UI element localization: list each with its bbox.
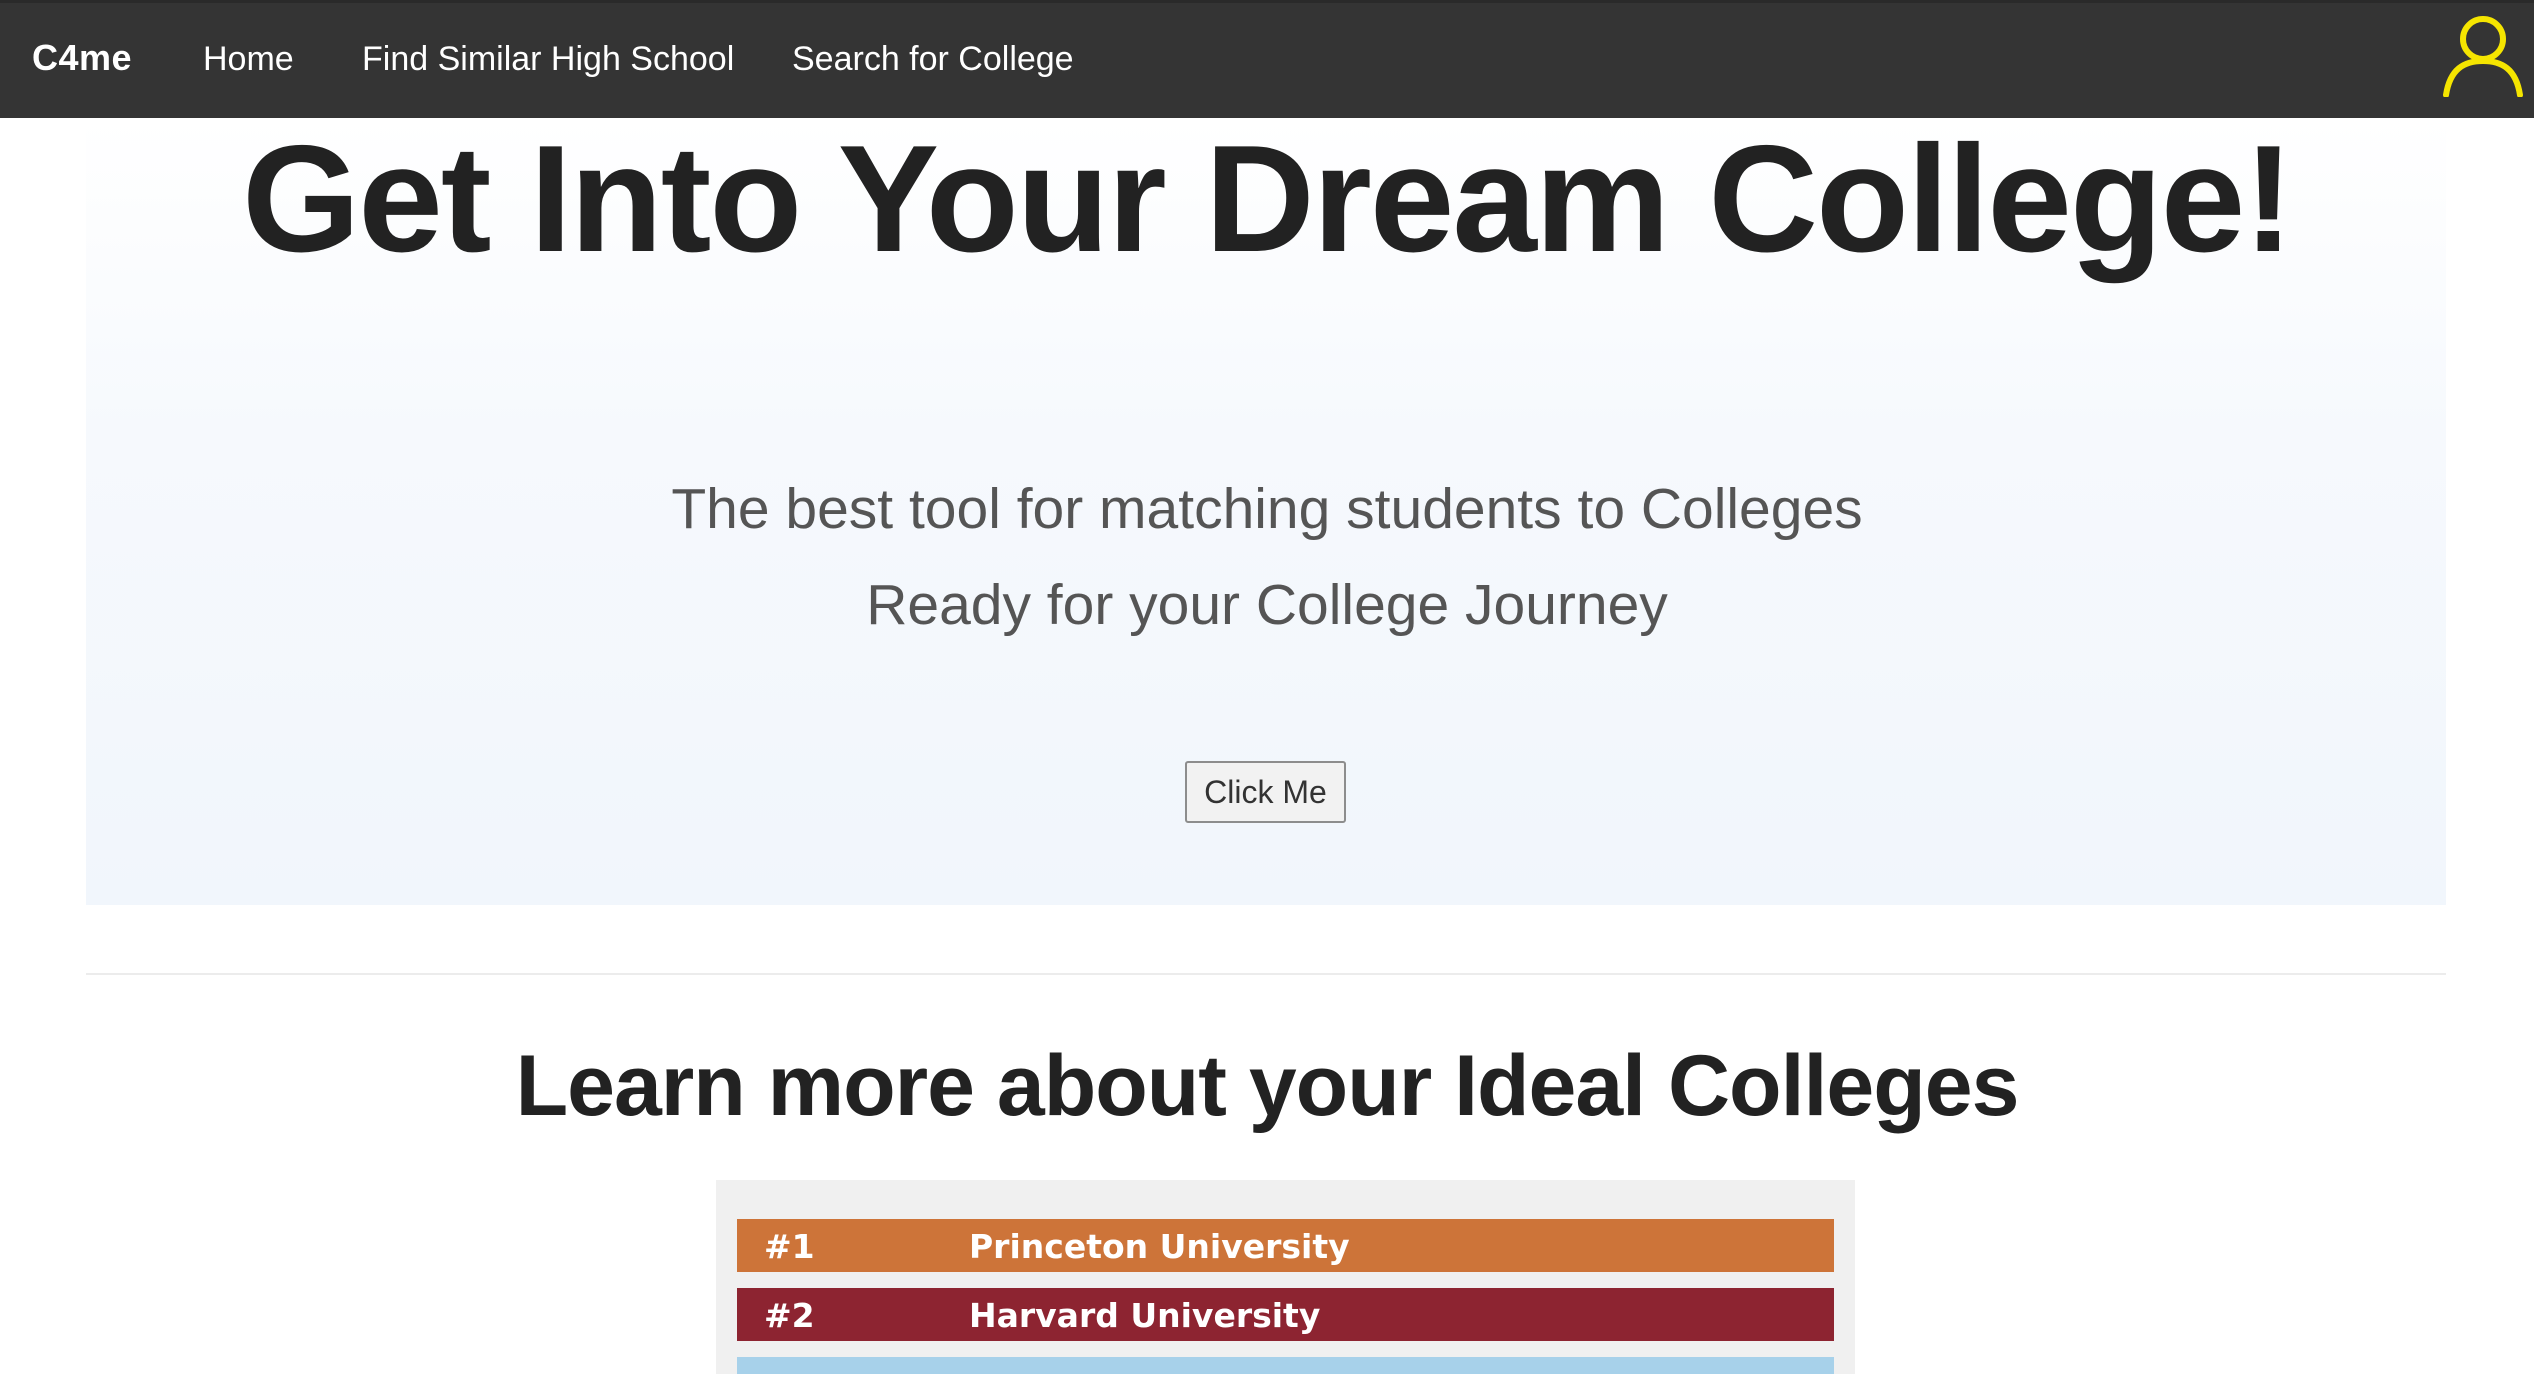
ranking-college-name: Princeton University [969, 1227, 1350, 1266]
section-title: Learn more about your Ideal Colleges [515, 1038, 2020, 1134]
ranking-number: #1 [764, 1227, 815, 1266]
user-icon[interactable] [2440, 11, 2526, 97]
hero-subtitle-1: The best tool for matching students to C… [671, 477, 1863, 541]
ranking-row[interactable]: #1 Princeton University [737, 1219, 1834, 1272]
ranking-row[interactable]: #2 Harvard University [737, 1288, 1834, 1341]
hero-title: Get Into Your Dream College! [242, 114, 2294, 284]
ranking-row[interactable] [737, 1357, 1834, 1374]
hero-subtitle-2: Ready for your College Journey [866, 573, 1668, 637]
section-divider [86, 973, 2446, 975]
nav-link-home[interactable]: Home [203, 40, 294, 79]
college-rankings-panel: #1 Princeton University #2 Harvard Unive… [716, 1180, 1855, 1374]
click-me-button[interactable]: Click Me [1185, 761, 1346, 823]
nav-link-search-for-college[interactable]: Search for College [792, 40, 1074, 79]
top-navbar: C4me Home Find Similar High School Searc… [0, 0, 2534, 118]
brand-logo[interactable]: C4me [32, 37, 132, 79]
ranking-number: #2 [764, 1296, 815, 1335]
nav-link-find-similar-high-school[interactable]: Find Similar High School [362, 40, 734, 79]
ranking-college-name: Harvard University [969, 1296, 1321, 1335]
